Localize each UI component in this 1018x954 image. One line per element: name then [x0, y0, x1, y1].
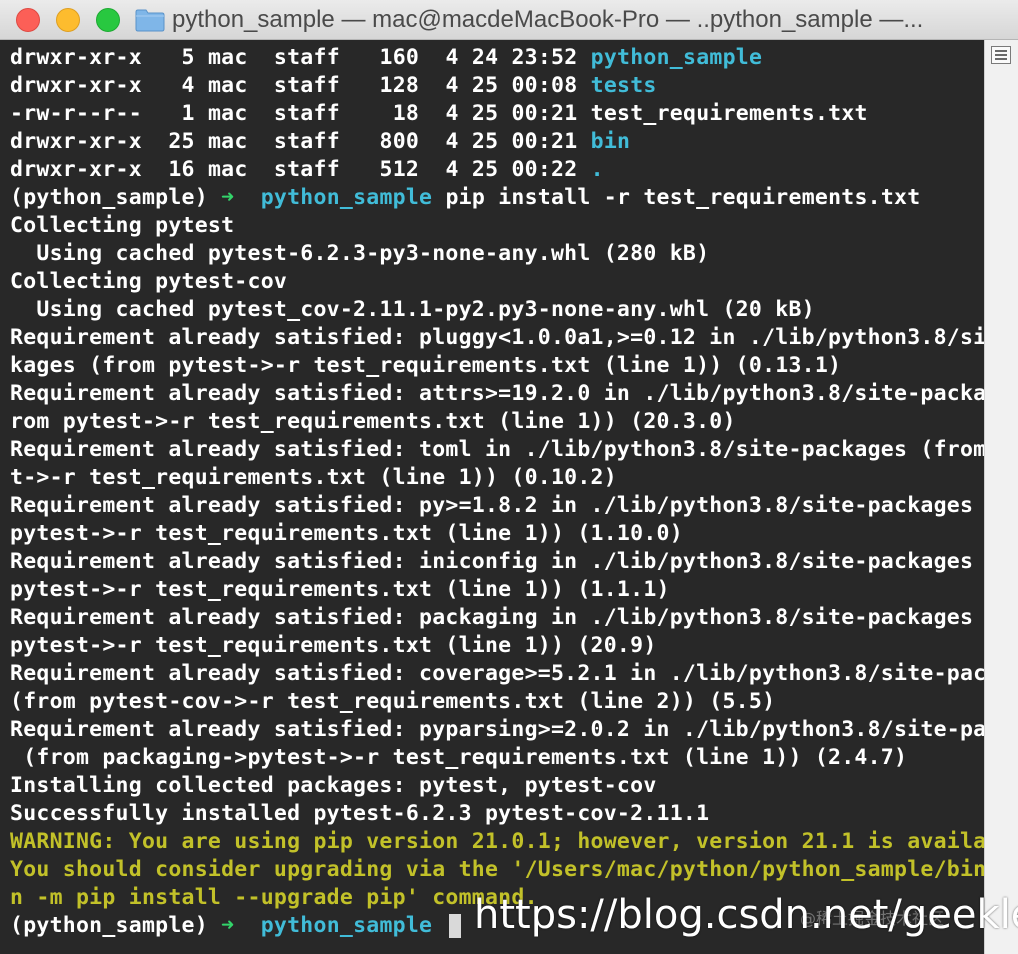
- window-title: python_sample — mac@macdeMacBook-Pro — .…: [172, 6, 924, 33]
- output-line: Requirement already satisfied: attrs>=19…: [10, 381, 984, 406]
- output-line: Successfully installed pytest-6.2.3 pyte…: [10, 801, 710, 826]
- output-line: kages (from pytest->-r test_requirements…: [10, 353, 842, 378]
- directory-name: tests: [590, 73, 657, 98]
- output-line: pytest->-r test_requirements.txt (line 1…: [10, 633, 657, 658]
- prompt-dir: python_sample: [260, 185, 433, 210]
- ls-row: drwxr-xr-x 16 mac staff 512 4 25 00:22 .: [10, 157, 604, 182]
- output-line: rom pytest->-r test_requirements.txt (li…: [10, 409, 736, 434]
- text-cursor: [449, 914, 462, 938]
- hamburger-menu-icon[interactable]: [991, 46, 1011, 64]
- prompt-env: (python_sample): [10, 185, 208, 210]
- output-line: Requirement already satisfied: toml in .…: [10, 437, 984, 462]
- terminal-window: python_sample — mac@macdeMacBook-Pro — .…: [0, 0, 1018, 954]
- output-line: pytest->-r test_requirements.txt (line 1…: [10, 577, 670, 602]
- command-line: (python_sample) ➜ python_sample pip inst…: [10, 184, 980, 212]
- minimize-window-icon[interactable]: [56, 8, 80, 32]
- warning-line: WARNING: You are using pip version 21.0.…: [10, 829, 984, 854]
- prompt-arrow-icon: ➜: [221, 913, 235, 938]
- output-line: Requirement already satisfied: iniconfig…: [10, 549, 984, 574]
- output-line: (from pytest-cov->-r test_requirements.t…: [10, 689, 776, 714]
- directory-name: .: [590, 157, 604, 182]
- output-line: Requirement already satisfied: packaging…: [10, 605, 984, 630]
- output-line: Using cached pytest_cov-2.11.1-py2.py3-n…: [10, 297, 815, 322]
- output-line: Requirement already satisfied: pluggy<1.…: [10, 325, 984, 350]
- command-text: pip install -r test_requirements.txt: [445, 185, 921, 210]
- output-line: Collecting pytest-cov: [10, 269, 288, 294]
- zoom-window-icon[interactable]: [96, 8, 120, 32]
- directory-name: bin: [590, 129, 631, 154]
- prompt-arrow-icon: ➜: [221, 185, 235, 210]
- scrollbar[interactable]: [984, 40, 1018, 954]
- output-line: Installing collected packages: pytest, p…: [10, 773, 657, 798]
- ls-row: -rw-r--r-- 1 mac staff 18 4 25 00:21 tes…: [10, 101, 868, 126]
- ls-row: drwxr-xr-x 25 mac staff 800 4 25 00:21 b…: [10, 129, 631, 154]
- prompt-env: (python_sample): [10, 913, 208, 938]
- file-name: test_requirements.txt: [590, 101, 868, 126]
- folder-icon: [135, 9, 165, 32]
- prompt-dir: python_sample: [260, 913, 433, 938]
- terminal-lines: drwxr-xr-x 5 mac staff 160 4 24 23:52 py…: [10, 44, 984, 940]
- output-line: (from packaging->pytest->-r test_require…: [10, 745, 908, 770]
- ls-row: drwxr-xr-x 4 mac staff 128 4 25 00:08 te…: [10, 73, 657, 98]
- output-line: Collecting pytest: [10, 213, 235, 238]
- directory-name: python_sample: [590, 45, 763, 70]
- output-line: t->-r test_requirements.txt (line 1)) (0…: [10, 465, 617, 490]
- command-output: Collecting pytest Using cached pytest-6.…: [10, 212, 984, 828]
- output-line: Requirement already satisfied: coverage>…: [10, 661, 984, 686]
- output-line: pytest->-r test_requirements.txt (line 1…: [10, 521, 683, 546]
- terminal-content[interactable]: drwxr-xr-x 5 mac staff 160 4 24 23:52 py…: [0, 40, 984, 954]
- watermark-url: https://blog.csdn.net/geeklev: [474, 892, 1018, 938]
- output-line: Requirement already satisfied: pyparsing…: [10, 717, 984, 742]
- ls-row: drwxr-xr-x 5 mac staff 160 4 24 23:52 py…: [10, 45, 763, 70]
- title-bar[interactable]: python_sample — mac@macdeMacBook-Pro — .…: [0, 0, 1018, 40]
- output-line: Using cached pytest-6.2.3-py3-none-any.w…: [10, 241, 710, 266]
- warning-line: You should consider upgrading via the '/…: [10, 857, 984, 882]
- output-line: Requirement already satisfied: py>=1.8.2…: [10, 493, 984, 518]
- close-window-icon[interactable]: [16, 8, 40, 32]
